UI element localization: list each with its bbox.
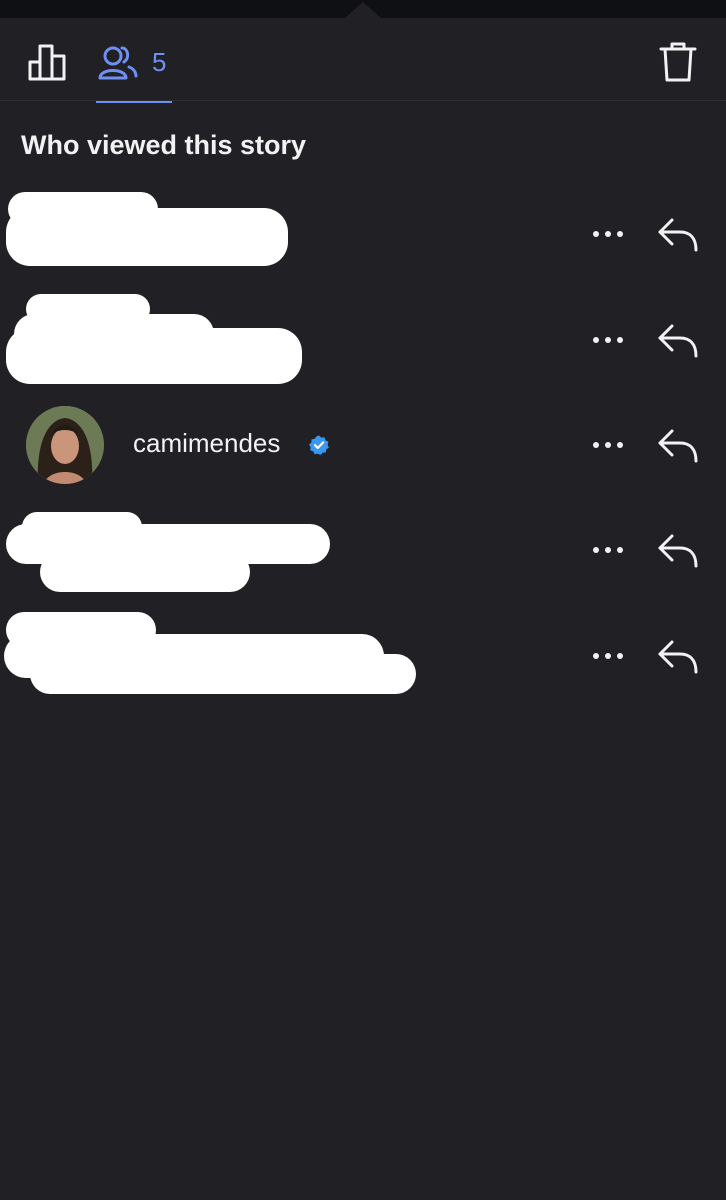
more-dots-icon[interactable] — [588, 650, 628, 662]
reply-arrow-icon[interactable] — [656, 322, 700, 360]
sheet-notch — [345, 2, 381, 18]
redacted-block — [40, 552, 250, 592]
section-title: Who viewed this story — [21, 130, 307, 160]
viewers-count: 5 — [152, 46, 167, 77]
bar-chart-icon — [28, 44, 66, 81]
tab-viewers[interactable]: 5 — [96, 40, 166, 84]
redacted-block — [30, 654, 416, 694]
more-dots-icon[interactable] — [588, 439, 628, 451]
viewer-row[interactable] — [0, 604, 726, 710]
people-icon — [98, 46, 138, 80]
viewer-row[interactable] — [0, 498, 726, 604]
profile-photo — [26, 406, 104, 484]
redacted-block — [6, 208, 288, 266]
trash-icon — [659, 42, 697, 82]
reply-arrow-icon[interactable] — [656, 638, 700, 676]
viewer-row[interactable] — [0, 182, 726, 288]
reply-arrow-icon[interactable] — [656, 216, 700, 254]
verified-badge-icon — [309, 435, 329, 455]
more-dots-icon[interactable] — [588, 228, 628, 240]
tab-divider — [0, 100, 726, 101]
reply-arrow-icon[interactable] — [656, 427, 700, 465]
active-tab-indicator — [96, 101, 172, 103]
more-dots-icon[interactable] — [588, 334, 628, 346]
viewer-row[interactable] — [0, 288, 726, 394]
delete-story-button[interactable] — [658, 40, 698, 84]
reply-arrow-icon[interactable] — [656, 532, 700, 570]
story-viewers-sheet: 5 Who viewed this story camimendes — [0, 0, 726, 1200]
viewer-row[interactable]: camimendes — [0, 392, 726, 498]
more-dots-icon[interactable] — [588, 544, 628, 556]
avatar[interactable] — [26, 406, 104, 484]
viewer-username[interactable]: camimendes — [133, 428, 280, 459]
tab-stats[interactable] — [26, 40, 70, 84]
redacted-block — [6, 328, 302, 384]
